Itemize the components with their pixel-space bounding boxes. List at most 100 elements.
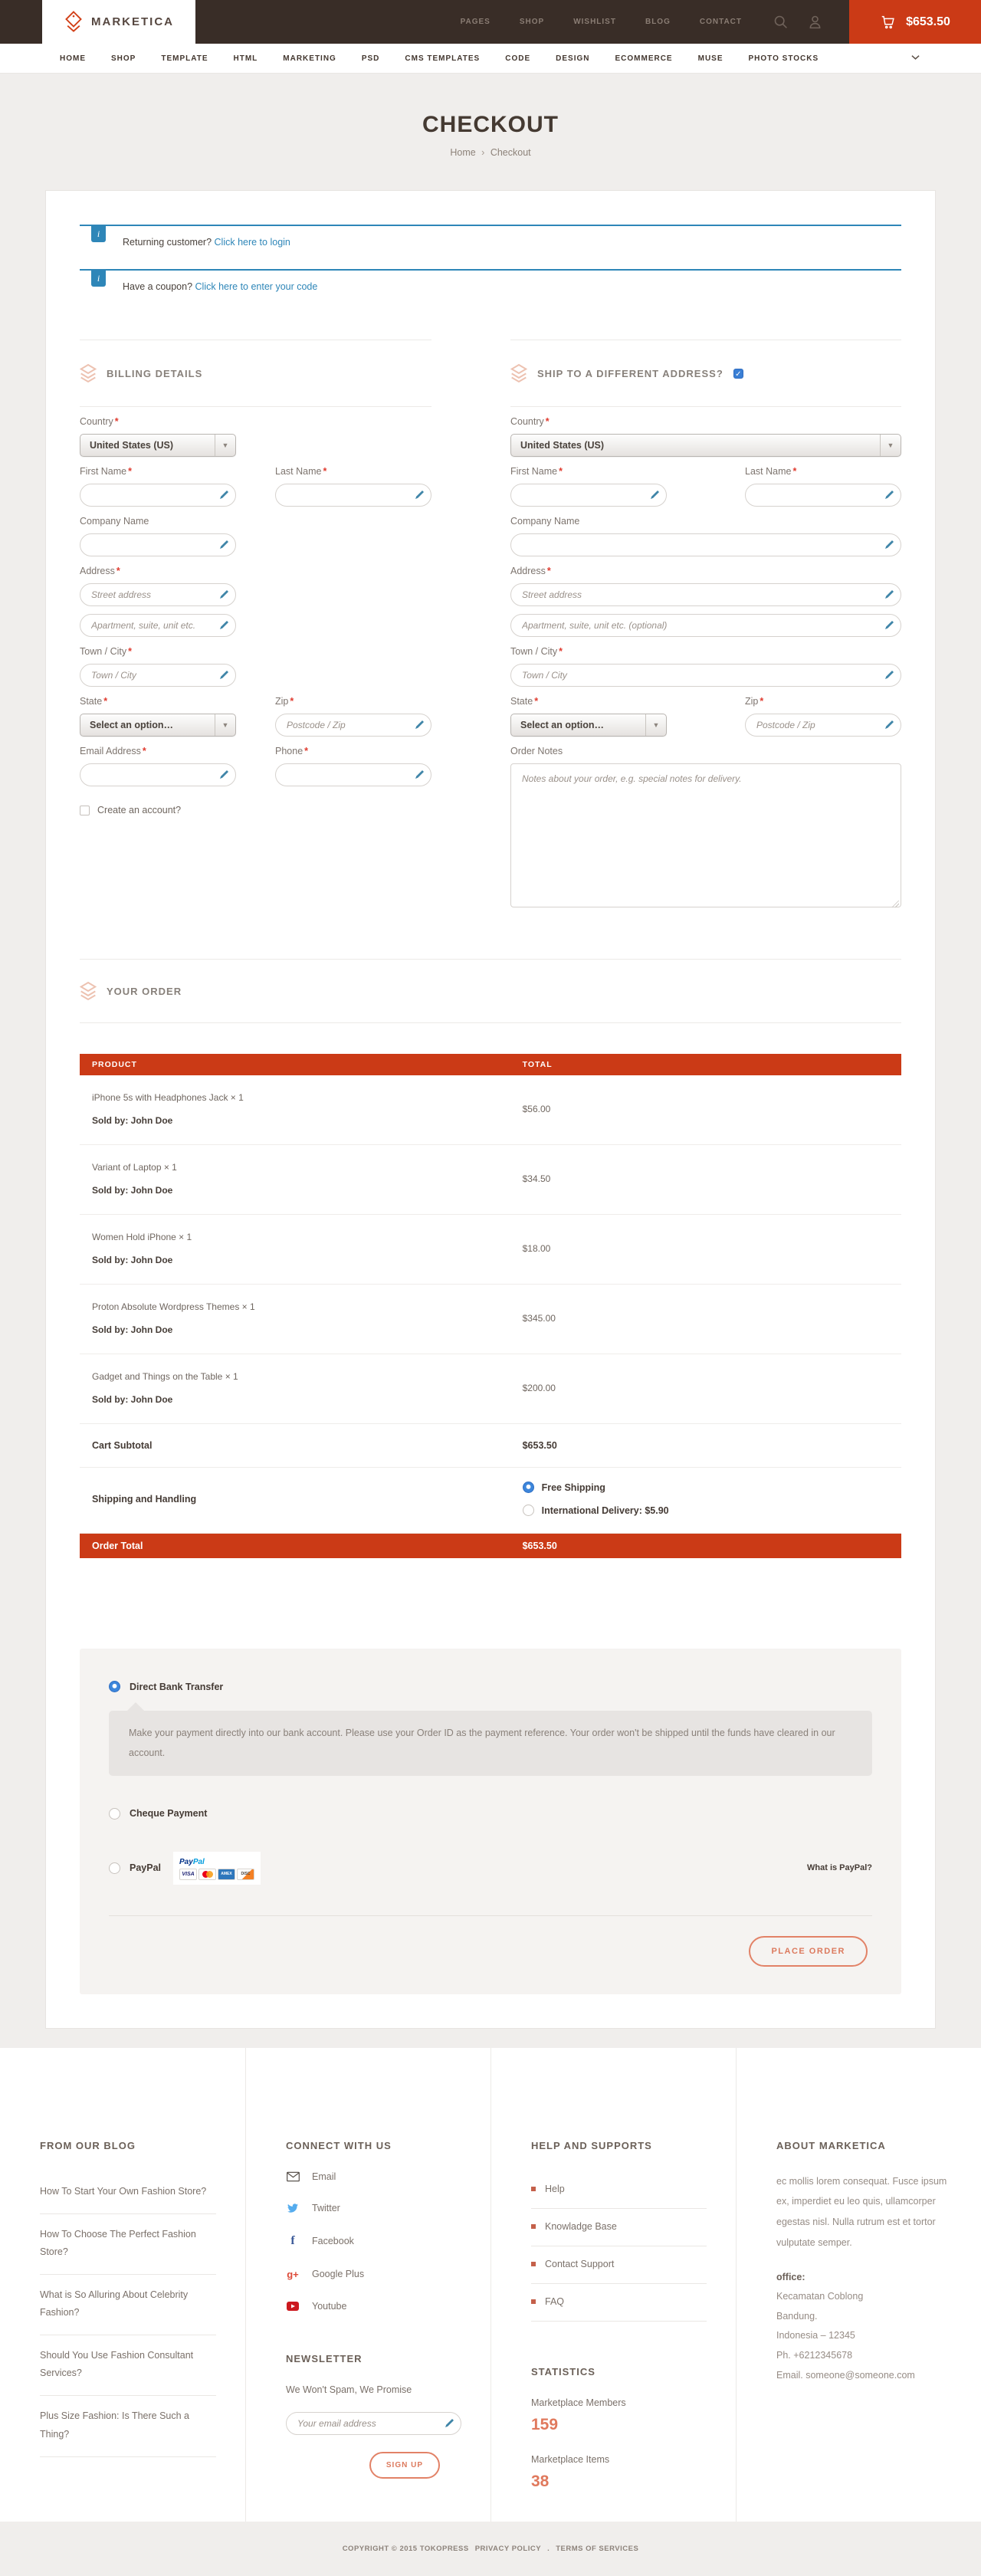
shipping-street-input[interactable] — [510, 583, 901, 606]
login-link[interactable]: Click here to login — [215, 237, 290, 248]
required-mark: * — [760, 696, 763, 707]
autofill-pen-icon — [219, 620, 229, 630]
required-mark: * — [128, 466, 132, 477]
blog-post-link[interactable]: Plus Size Fashion: Is There Such a Thing… — [40, 2396, 216, 2456]
menu-html[interactable]: HTML — [234, 54, 258, 63]
menu-psd[interactable]: PSD — [362, 54, 380, 63]
blog-post-link[interactable]: What is So Alluring About Celebrity Fash… — [40, 2275, 216, 2335]
autofill-pen-icon — [219, 540, 229, 550]
user-icon[interactable] — [807, 14, 823, 30]
privacy-policy-link[interactable]: PRIVACY POLICY — [475, 2545, 541, 2553]
shipping-country-select[interactable]: United States (US) ▼ — [510, 434, 901, 457]
menu-ecommerce[interactable]: ECOMMERCE — [615, 54, 672, 63]
billing-apartment-input[interactable] — [80, 614, 236, 637]
billing-first-name-input[interactable] — [80, 484, 236, 507]
ship-to-checkbox[interactable]: ✓ — [733, 369, 743, 379]
payment-method-label: PayPal — [130, 1862, 161, 1873]
topnav-contact[interactable]: CONTACT — [700, 18, 742, 26]
shipping-town-input[interactable] — [510, 664, 901, 687]
menu-cms-templates[interactable]: CMS TEMPLATES — [405, 54, 480, 63]
shipping-option-international[interactable]: International Delivery: $5.90 — [523, 1505, 889, 1516]
payment-method-label: Cheque Payment — [130, 1808, 207, 1819]
billing-company-input[interactable] — [80, 533, 236, 556]
social-youtube-link[interactable]: Youtube — [286, 2301, 461, 2312]
billing-state-select[interactable]: Select an option… ▼ — [80, 714, 236, 737]
shipping-zip-input[interactable] — [745, 714, 901, 737]
payment-method-paypal[interactable]: PayPal PayPal VISA AMEX DISC What is Pay… — [109, 1852, 872, 1885]
menu-shop[interactable]: SHOP — [111, 54, 136, 63]
product-name: Proton Absolute Wordpress Themes × 1 — [92, 1301, 523, 1312]
resize-grip-icon[interactable] — [892, 901, 899, 907]
shipping-company-input[interactable] — [510, 533, 901, 556]
topnav-wishlist[interactable]: WISHLIST — [573, 18, 616, 26]
place-order-button[interactable]: PLACE ORDER — [749, 1936, 868, 1967]
billing-last-name-input[interactable] — [275, 484, 431, 507]
menu-photo-stocks[interactable]: PHOTO STOCKS — [749, 54, 819, 63]
menu-template[interactable]: TEMPLATE — [161, 54, 208, 63]
radio-selected-icon[interactable] — [109, 1681, 120, 1692]
payment-method-bank[interactable]: Direct Bank Transfer — [109, 1681, 872, 1692]
stat-label: Marketplace Members — [531, 2397, 707, 2408]
social-email-link[interactable]: Email — [286, 2171, 461, 2182]
payment-method-cheque[interactable]: Cheque Payment — [109, 1808, 872, 1820]
breadcrumb-home[interactable]: Home — [450, 147, 475, 158]
blog-post-link[interactable]: Should You Use Fashion Consultant Servic… — [40, 2335, 216, 2396]
office-address-line: Indonesia – 12345 — [776, 2326, 952, 2346]
terms-link[interactable]: TERMS OF SERVICES — [556, 2545, 638, 2553]
search-icon[interactable] — [773, 14, 789, 30]
table-row: iPhone 5s with Headphones Jack × 1 Sold … — [80, 1075, 901, 1145]
radio-icon[interactable] — [109, 1862, 120, 1874]
radio-icon[interactable] — [109, 1808, 120, 1820]
topnav-blog[interactable]: BLOG — [645, 18, 671, 26]
blog-post-link[interactable]: How To Choose The Perfect Fashion Store? — [40, 2214, 216, 2275]
create-account-checkbox[interactable] — [80, 806, 90, 815]
signup-button[interactable]: SIGN UP — [369, 2452, 440, 2479]
shipping-country-label: Country — [510, 416, 544, 427]
billing-street-input[interactable] — [80, 583, 236, 606]
cart-icon — [880, 14, 897, 31]
topnav-pages[interactable]: PAGES — [461, 18, 490, 26]
logo[interactable]: MARKETICA — [42, 0, 195, 44]
radio-icon[interactable] — [523, 1505, 534, 1516]
footer: FROM OUR BLOG How To Start Your Own Fash… — [0, 2048, 981, 2522]
social-googleplus-link[interactable]: g+ Google Plus — [286, 2269, 461, 2280]
help-link[interactable]: FAQ — [531, 2284, 707, 2322]
help-link[interactable]: Knowladge Base — [531, 2209, 707, 2246]
shipping-first-name-input[interactable] — [510, 484, 667, 507]
chevron-down-icon[interactable] — [911, 54, 920, 63]
billing-phone-input[interactable] — [275, 763, 431, 786]
billing-email-input[interactable] — [80, 763, 236, 786]
order-notes-textarea[interactable] — [510, 763, 901, 907]
help-link[interactable]: Contact Support — [531, 2246, 707, 2284]
billing-zip-input[interactable] — [275, 714, 431, 737]
menu-design[interactable]: DESIGN — [556, 54, 589, 63]
shipping-last-name-input[interactable] — [745, 484, 901, 507]
paypal-cards-image[interactable]: PayPal VISA AMEX DISC — [173, 1852, 261, 1885]
help-link[interactable]: Help — [531, 2171, 707, 2209]
newsletter-tagline: We Won't Spam, We Promise — [286, 2384, 461, 2395]
menu-muse[interactable]: MUSE — [698, 54, 723, 63]
billing-town-input[interactable] — [80, 664, 236, 687]
cart-button[interactable]: $653.50 — [849, 0, 981, 44]
newsletter-title: NEWSLETTER — [286, 2353, 461, 2364]
blog-post-link[interactable]: How To Start Your Own Fashion Store? — [40, 2171, 216, 2214]
billing-state-label: State — [80, 696, 102, 707]
stacked-tags-icon — [510, 363, 527, 383]
radio-selected-icon[interactable] — [523, 1482, 534, 1493]
social-twitter-link[interactable]: Twitter — [286, 2203, 461, 2213]
menu-home[interactable]: HOME — [60, 54, 86, 63]
column-total: TOTAL — [523, 1060, 889, 1069]
shipping-option-free[interactable]: Free Shipping — [523, 1482, 889, 1493]
billing-email-label: Email Address — [80, 746, 141, 756]
what-is-paypal-link[interactable]: What is PayPal? — [807, 1863, 872, 1872]
topnav-shop[interactable]: SHOP — [520, 18, 544, 26]
link-separator: . — [547, 2545, 550, 2553]
menu-code[interactable]: CODE — [505, 54, 530, 63]
coupon-link[interactable]: Click here to enter your code — [195, 281, 318, 292]
menu-marketing[interactable]: MARKETING — [283, 54, 336, 63]
social-facebook-link[interactable]: f Facebook — [286, 2234, 461, 2248]
billing-country-select[interactable]: United States (US) ▼ — [80, 434, 236, 457]
shipping-apartment-input[interactable] — [510, 614, 901, 637]
shipping-state-select[interactable]: Select an option… ▼ — [510, 714, 667, 737]
newsletter-email-input[interactable] — [286, 2412, 461, 2435]
